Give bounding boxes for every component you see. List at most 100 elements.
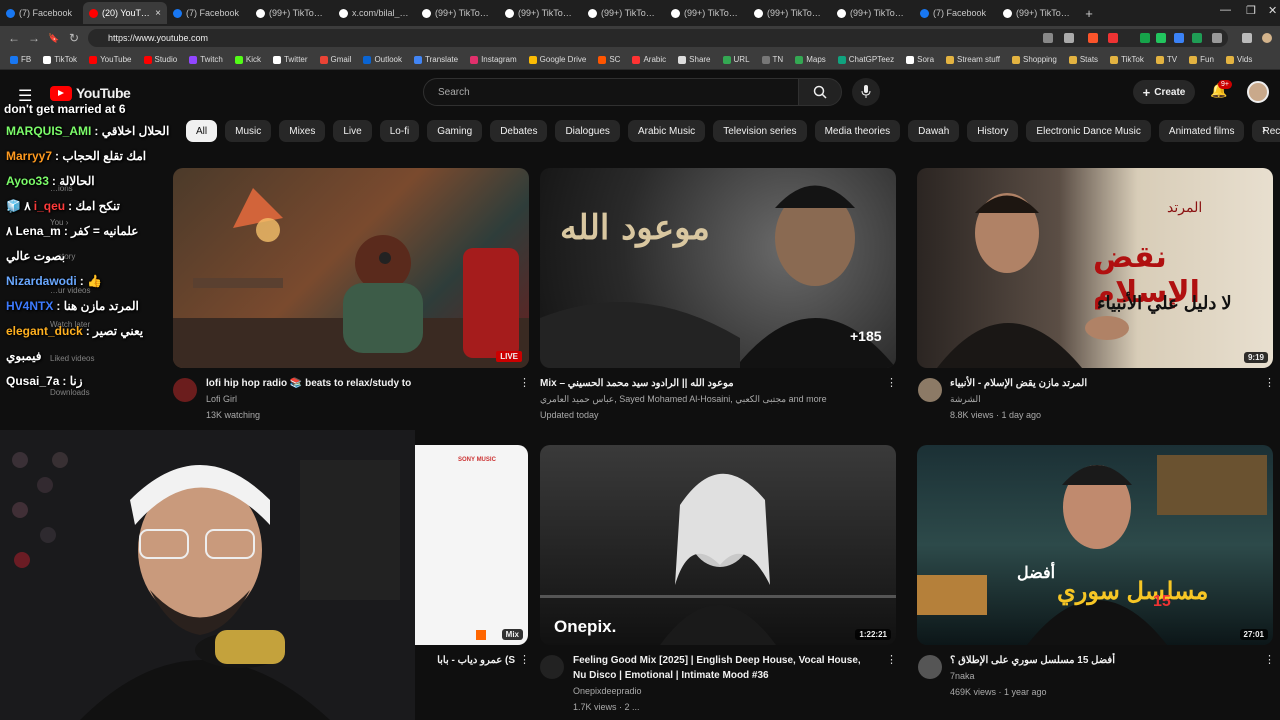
chip-live[interactable]: Live	[333, 120, 372, 142]
bookmark-item[interactable]: Shopping	[1006, 55, 1063, 64]
bookmark-item[interactable]: Maps	[789, 55, 832, 64]
bookmark-item[interactable]: Share	[672, 55, 716, 64]
channel-name[interactable]: 7naka	[950, 669, 975, 684]
channel-name[interactable]: عباس حميد العامري, Sayed Mohamed Al-Hosa…	[540, 392, 880, 407]
media-icon[interactable]	[1242, 33, 1252, 43]
search-input[interactable]: Search	[423, 78, 799, 106]
browser-tab[interactable]: (20) YouTube ×	[83, 2, 167, 24]
bookmark-item[interactable]: Twitch	[183, 55, 229, 64]
bookmark-item[interactable]: Instagram	[464, 55, 523, 64]
more-options-icon[interactable]: ⋮	[1264, 653, 1275, 666]
chevron-right-icon[interactable]: ›	[1262, 122, 1266, 136]
extension-icon[interactable]	[1108, 33, 1118, 43]
browser-tab[interactable]: (99+) TikTok - M	[665, 2, 748, 24]
bookmark-item[interactable]: TikTok	[1104, 55, 1150, 64]
channel-name[interactable]: الشرشة	[950, 392, 981, 407]
back-icon[interactable]: ←	[4, 31, 24, 45]
bookmark-item[interactable]: ChatGPTeez	[832, 55, 900, 64]
cast-icon[interactable]	[1043, 33, 1053, 43]
chip-dialogues[interactable]: Dialogues	[555, 120, 620, 142]
bookmark-item[interactable]: Outlook	[357, 55, 408, 64]
browser-tab[interactable]: (99+) TikTok - M	[416, 2, 499, 24]
extension-icon[interactable]	[1174, 33, 1184, 43]
extensions-puzzle-icon[interactable]	[1212, 33, 1222, 43]
channel-name[interactable]: Onepixdeepradio	[573, 684, 642, 699]
browser-tab[interactable]: x.com/bilal_alja	[333, 2, 416, 24]
bookmark-item[interactable]: Arabic	[626, 55, 672, 64]
chip-lo-fi[interactable]: Lo-fi	[379, 120, 420, 142]
browser-tab[interactable]: (99+) TikTok - M	[250, 2, 333, 24]
bookmark-item[interactable]: TV	[1150, 55, 1183, 64]
browser-tab[interactable]: (99+) TikTok - M	[748, 2, 831, 24]
video-title[interactable]: المرتد مازن يقض الإسلام - الأنبياء	[950, 376, 1250, 391]
bookmark-item[interactable]: Kick	[229, 55, 267, 64]
channel-name[interactable]: Lofi Girl	[206, 392, 237, 407]
chip-recently[interactable]: Recently	[1252, 120, 1280, 142]
video-title[interactable]: أفضل 15 مسلسل سوري على الإطلاق ؟	[950, 653, 1250, 668]
bookmark-item[interactable]: Gmail	[314, 55, 358, 64]
zoom-icon[interactable]	[1064, 33, 1074, 43]
video-title-line-2[interactable]: Nu Disco | Emotional | Intimate Mood #36	[573, 668, 878, 683]
bookmark-item[interactable]: Google Drive	[523, 55, 593, 64]
chip-debates[interactable]: Debates	[490, 120, 548, 142]
close-window-icon[interactable]: ✕	[1268, 4, 1277, 17]
chip-mixes[interactable]: Mixes	[279, 120, 326, 142]
more-options-icon[interactable]: ⋮	[886, 376, 897, 389]
bookmark-item[interactable]: Fun	[1183, 55, 1220, 64]
more-options-icon[interactable]: ⋮	[519, 653, 530, 666]
account-avatar[interactable]	[1247, 81, 1269, 103]
more-options-icon[interactable]: ⋮	[519, 376, 530, 389]
chip-television-series[interactable]: Television series	[713, 120, 807, 142]
browser-tab[interactable]: (7) Facebook	[0, 2, 83, 24]
minimize-icon[interactable]: —	[1220, 4, 1231, 16]
video-title-line-1[interactable]: Feeling Good Mix [2025] | English Deep H…	[573, 653, 878, 668]
bookmark-item[interactable]: Stats	[1063, 55, 1104, 64]
chip-dawah[interactable]: Dawah	[908, 120, 960, 142]
bookmark-icon[interactable]: 🔖	[44, 33, 64, 44]
browser-tab[interactable]: (7) Facebook	[167, 2, 250, 24]
new-tab-button[interactable]: +	[1080, 6, 1098, 21]
bookmark-item[interactable]: Studio	[138, 55, 184, 64]
video-thumbnail-5[interactable]: Onepix. 1:22:21	[540, 445, 896, 645]
bookmark-item[interactable]: Translate	[408, 55, 464, 64]
video-title[interactable]: عمرو دياب - بابا (S	[415, 653, 515, 668]
chip-media-theories[interactable]: Media theories	[814, 120, 901, 142]
more-options-icon[interactable]: ⋮	[1264, 376, 1275, 389]
video-thumbnail-6[interactable]: أفضل مسلسل سوري 15 27:01	[917, 445, 1273, 645]
bookmark-item[interactable]: YouTube	[83, 55, 137, 64]
profile-icon[interactable]	[1262, 33, 1272, 43]
bookmark-item[interactable]: Vids	[1220, 55, 1258, 64]
bookmark-item[interactable]: URL	[717, 55, 756, 64]
extension-icon[interactable]	[1156, 33, 1166, 43]
bookmark-item[interactable]: TN	[756, 55, 790, 64]
video-thumbnail-1[interactable]: LIVE	[173, 168, 529, 368]
video-title[interactable]: lofi hip hop radio 📚 beats to relax/stud…	[206, 376, 516, 391]
chip-music[interactable]: Music	[225, 120, 272, 142]
reload-icon[interactable]: ↻	[64, 31, 84, 45]
maximize-icon[interactable]: ❐	[1246, 4, 1256, 17]
url-bar[interactable]: https://www.youtube.com	[88, 29, 1228, 47]
chip-all[interactable]: All	[186, 120, 218, 142]
video-thumbnail-2[interactable]: موعود الله +185	[540, 168, 896, 368]
chip-gaming[interactable]: Gaming	[427, 120, 483, 142]
bookmark-item[interactable]: FB	[4, 55, 37, 64]
browser-tab[interactable]: (99+) TikTok - M	[582, 2, 665, 24]
video-title[interactable]: Mix – موعود الله || الرادود سيد محمد الح…	[540, 376, 880, 391]
chip-animated-films[interactable]: Animated films	[1158, 120, 1245, 142]
channel-avatar[interactable]	[918, 655, 942, 679]
video-thumbnail-3[interactable]: المرتد نقض الإسلام لا دليل علي الأنبياء …	[917, 168, 1273, 368]
chip-arabic-music[interactable]: Arabic Music	[627, 120, 706, 142]
browser-tab[interactable]: (99+) TikTok - M	[831, 2, 914, 24]
channel-avatar[interactable]	[540, 655, 564, 679]
bookmark-item[interactable]: Stream stuff	[940, 55, 1006, 64]
search-button[interactable]	[798, 78, 842, 106]
chip-history[interactable]: History	[967, 120, 1019, 142]
bookmark-item[interactable]: SC	[592, 55, 626, 64]
close-tab-icon[interactable]: ×	[155, 8, 161, 19]
bookmark-item[interactable]: Twitter	[267, 55, 314, 64]
forward-icon[interactable]: →	[24, 31, 44, 45]
voice-search-button[interactable]	[852, 78, 880, 106]
browser-tab[interactable]: (99+) TikTok - M	[499, 2, 582, 24]
extension-icon[interactable]	[1192, 33, 1202, 43]
browser-tab[interactable]: (7) Facebook	[914, 2, 997, 24]
